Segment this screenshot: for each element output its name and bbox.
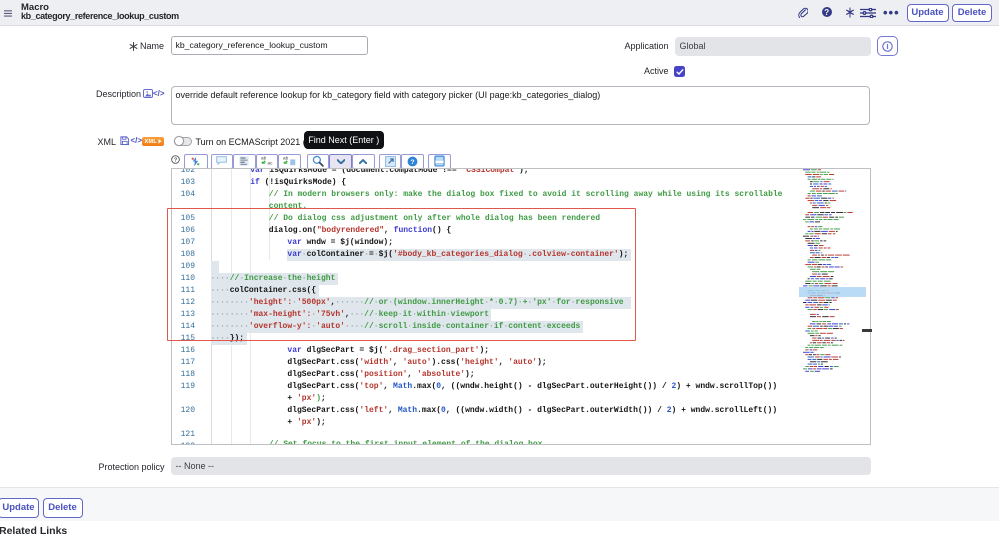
svg-text:ab: ab <box>261 155 267 160</box>
svg-text:ac: ac <box>267 160 273 165</box>
svg-text:?: ? <box>410 158 414 165</box>
svg-text:ab: ab <box>283 155 289 160</box>
